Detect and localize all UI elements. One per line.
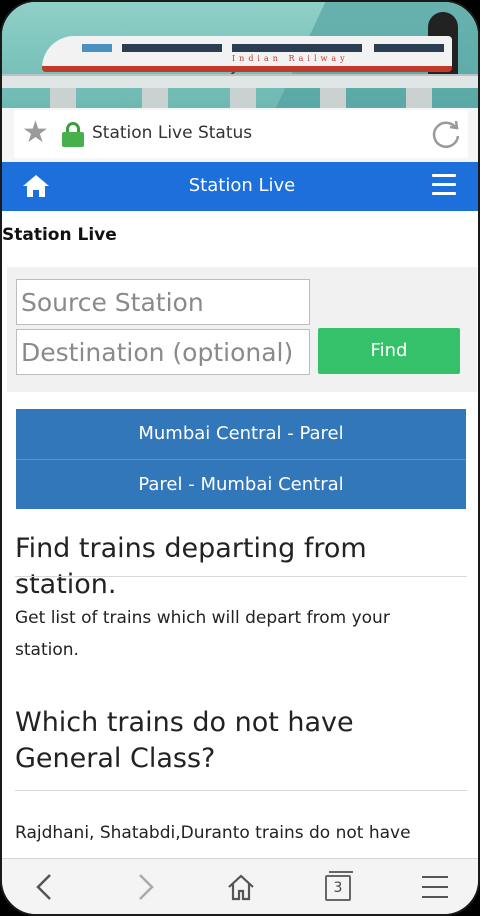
source-station-input[interactable]: [16, 279, 310, 325]
tabs-icon[interactable]: 3: [325, 871, 353, 901]
destination-station-input[interactable]: [16, 329, 310, 375]
train-graphic: Indian Railway: [42, 36, 452, 77]
bookmark-star-icon[interactable]: ★: [22, 118, 49, 148]
article-body: Get list of trains which will depart fro…: [15, 608, 390, 660]
article-title[interactable]: Which trains do not have General Class?: [15, 705, 467, 777]
forward-icon[interactable]: [130, 872, 160, 902]
train-banner: Indian Railway: [2, 2, 478, 108]
route-button-parel-mumbai-central[interactable]: Parel - Mumbai Central: [16, 459, 466, 509]
article-body: Rajdhani, Shatabdi,Duranto trains do not…: [15, 823, 411, 843]
lock-icon: [62, 122, 84, 147]
train-name-text: Indian Railway: [232, 54, 349, 63]
bridge-deck: [2, 74, 478, 88]
refresh-icon[interactable]: [430, 118, 462, 150]
article-title[interactable]: Find trains departing from station.: [15, 531, 467, 603]
browser-home-icon[interactable]: [226, 872, 256, 902]
page-title: Station Live Status: [92, 123, 253, 143]
browser-menu-icon[interactable]: [422, 876, 448, 898]
back-icon[interactable]: [30, 872, 60, 902]
hamburger-menu-icon[interactable]: [432, 174, 456, 196]
divider: [15, 576, 467, 577]
route-button-mumbai-central-parel[interactable]: Mumbai Central - Parel: [16, 409, 466, 459]
page-heading: Station Live: [2, 225, 117, 245]
find-button[interactable]: Find: [318, 328, 460, 374]
phone-screen: Indian Railway ★ Station Live Status Sta…: [0, 0, 480, 916]
navbar-title: Station Live: [188, 175, 296, 196]
divider: [15, 790, 467, 791]
